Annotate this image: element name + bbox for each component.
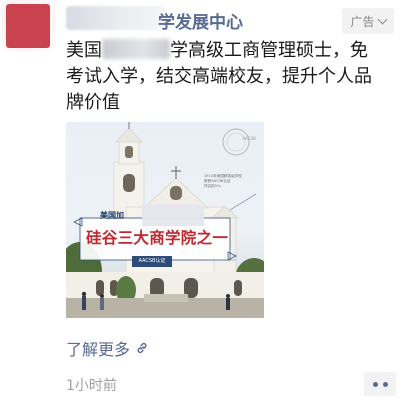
caption-line3: 排名前5%: [204, 184, 221, 188]
ad-label: 广告: [350, 14, 375, 29]
tower-window: [125, 146, 133, 158]
body-line1-prefix: 美国: [66, 40, 102, 61]
aacsb-badge-text: AACSB认证: [138, 258, 166, 264]
post-timestamp: 1小时前: [66, 378, 117, 394]
body-line2: 考试入学，结交高端校友，提升个人品: [66, 66, 372, 87]
account-name[interactable]: 学发展中心: [158, 8, 243, 33]
body-line3: 牌价值: [66, 92, 120, 113]
learn-more-label: 了解更多: [66, 340, 131, 359]
tower-roof: [115, 127, 143, 143]
feed-post: 学发展中心 广告 美国 学高级工商管理硕士，免 考试入学，结交高端校友，提升个人品…: [0, 0, 407, 406]
more-icon[interactable]: [364, 372, 396, 396]
gable-window: [170, 186, 182, 200]
headline-large: 硅谷三大商学院之一: [86, 229, 229, 247]
body-line1-suffix: 学高级工商管理硕士，免: [170, 40, 368, 61]
dot: [372, 381, 378, 387]
seal-text: AACSB: [242, 136, 256, 141]
learn-more-link[interactable]: 了解更多: [66, 336, 149, 360]
headline-small: 美国加: [100, 211, 124, 220]
redacted-text: [102, 39, 170, 59]
image-caption: 1910年美国精英级学校 荣获AACSB认证 排名前5%: [204, 174, 262, 189]
dot: [382, 381, 388, 387]
account-name-redacted: [66, 6, 166, 30]
link-icon: [137, 342, 147, 354]
chevron-down-icon: [377, 14, 387, 24]
avatar[interactable]: [6, 4, 50, 48]
redacted-patch: [142, 204, 204, 226]
ad-label-button[interactable]: 广告: [342, 8, 394, 34]
ad-image[interactable]: AACSB 1910年美国精英级学校 荣获AACSB认证 排名前5% 美国加 硅…: [66, 122, 264, 318]
campus-photo: [66, 122, 264, 318]
ad-body-text: 美国 学高级工商管理硕士，免 考试入学，结交高端校友，提升个人品 牌价值: [66, 38, 396, 116]
tower-arch: [123, 174, 135, 192]
